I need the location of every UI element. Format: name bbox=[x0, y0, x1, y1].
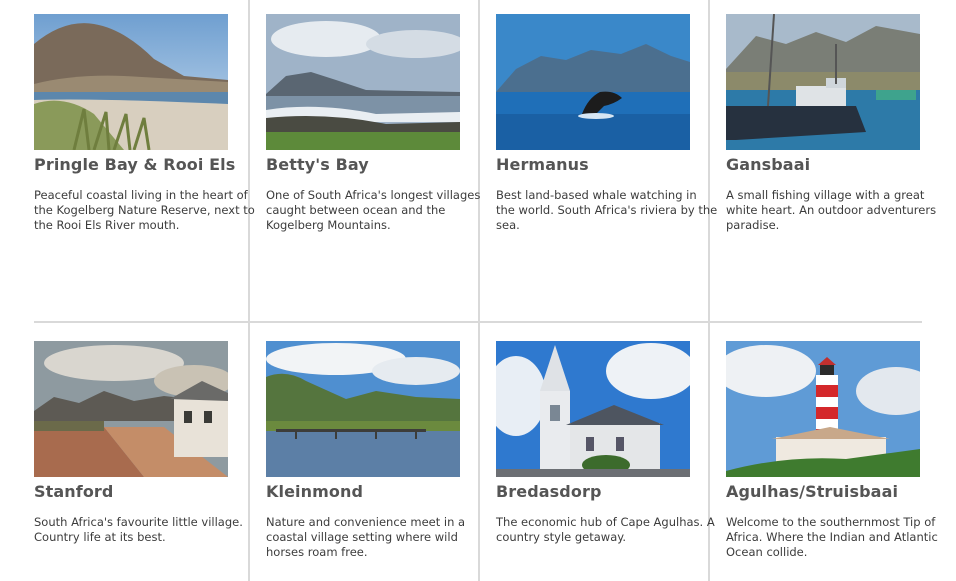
destination-card-hermanus[interactable]: Hermanus Best land-based whale watching … bbox=[496, 14, 717, 233]
destination-description: South Africa's favourite little village.… bbox=[34, 515, 243, 544]
destination-card-gansbaai[interactable]: Gansbaai A small fishing village with a … bbox=[726, 14, 936, 233]
destination-card-bettys-bay[interactable]: Betty's Bay One of South Africa's longes… bbox=[266, 14, 480, 233]
divider-vertical-1 bbox=[248, 0, 250, 581]
destination-card-agulhas-struisbaai[interactable]: Agulhas/Struisbaai Welcome to the southe… bbox=[726, 341, 938, 560]
destination-description: A small fishing village with a great whi… bbox=[726, 188, 937, 232]
destination-description: The economic hub of Cape Agulhas. A coun… bbox=[496, 515, 715, 544]
destination-title[interactable]: Hermanus bbox=[496, 155, 706, 174]
hermanus-photo[interactable] bbox=[496, 14, 690, 150]
divider-horizontal bbox=[34, 321, 922, 323]
destination-title[interactable]: Bredasdorp bbox=[496, 482, 706, 501]
kleinmond-photo[interactable] bbox=[266, 341, 460, 477]
bredasdorp-photo[interactable] bbox=[496, 341, 690, 477]
bettys-bay-photo[interactable] bbox=[266, 14, 460, 150]
destination-card-stanford[interactable]: Stanford South Africa's favourite little… bbox=[34, 341, 244, 545]
divider-vertical-2 bbox=[478, 0, 480, 581]
destination-title[interactable]: Kleinmond bbox=[266, 482, 476, 501]
destination-description: Welcome to the southernmost Tip of Afric… bbox=[726, 515, 938, 559]
destination-card-pringle-bay[interactable]: Pringle Bay & Rooi Els Peaceful coastal … bbox=[34, 14, 255, 233]
destination-title[interactable]: Gansbaai bbox=[726, 155, 936, 174]
destination-title[interactable]: Agulhas/Struisbaai bbox=[726, 482, 936, 501]
destination-description: Peaceful coastal living in the heart of … bbox=[34, 188, 255, 232]
destination-description: Best land-based whale watching in the wo… bbox=[496, 188, 718, 232]
destination-title[interactable]: Betty's Bay bbox=[266, 155, 476, 174]
gansbaai-photo[interactable] bbox=[726, 14, 920, 150]
destination-title[interactable]: Stanford bbox=[34, 482, 244, 501]
destination-title[interactable]: Pringle Bay & Rooi Els bbox=[34, 155, 244, 174]
destination-description: One of South Africa's longest villages c… bbox=[266, 188, 481, 232]
destination-card-bredasdorp[interactable]: Bredasdorp The economic hub of Cape Agul… bbox=[496, 341, 715, 545]
destination-card-kleinmond[interactable]: Kleinmond Nature and convenience meet in… bbox=[266, 341, 476, 560]
stanford-photo[interactable] bbox=[34, 341, 228, 477]
agulhas-photo[interactable] bbox=[726, 341, 920, 477]
pringle-bay-photo[interactable] bbox=[34, 14, 228, 150]
destination-description: Nature and convenience meet in a coastal… bbox=[266, 515, 466, 559]
divider-vertical-3 bbox=[708, 0, 710, 581]
